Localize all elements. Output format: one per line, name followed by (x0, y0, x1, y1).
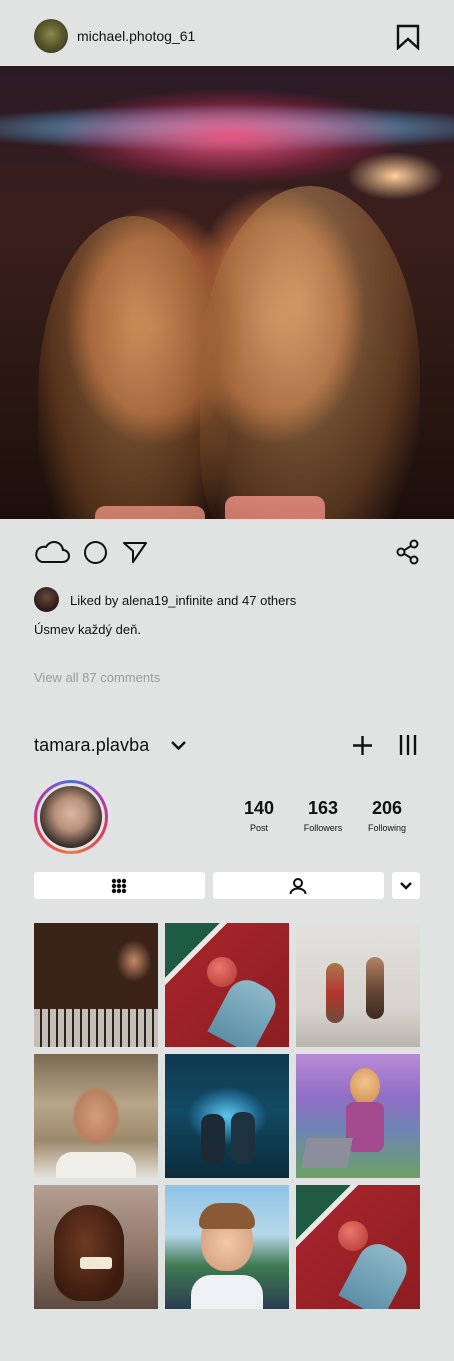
person-icon (289, 878, 307, 895)
post-caption: Úsmev každý deň. (34, 622, 141, 637)
stat-following-label: Following (367, 823, 407, 833)
grid-photo-smiling-boy[interactable] (165, 1185, 289, 1309)
liker-avatar[interactable] (34, 587, 59, 612)
plus-icon[interactable] (352, 735, 373, 756)
stat-posts-label: Post (249, 823, 268, 833)
grid-icon (111, 878, 127, 894)
post-author-avatar[interactable] (34, 19, 68, 53)
stat-followers-label: Followers (303, 823, 343, 833)
stat-posts-value: 140 (243, 798, 275, 818)
grid-photo-smiling-woman-kitchen[interactable] (34, 1054, 158, 1178)
chevron-down-icon (400, 882, 412, 890)
tab-more-dropdown[interactable] (392, 872, 420, 899)
profile-avatar[interactable] (40, 786, 102, 848)
tab-tagged[interactable] (213, 872, 384, 899)
stat-following[interactable]: 206 Following (357, 798, 417, 833)
likes-text[interactable]: Liked by alena19_infinite and 47 others (70, 593, 296, 608)
stat-followers[interactable]: 163 Followers (293, 798, 353, 833)
circle-icon[interactable] (83, 540, 108, 565)
post-author-username[interactable]: michael.photog_61 (77, 28, 195, 44)
stat-following-value: 206 (371, 798, 403, 818)
share-icon[interactable] (396, 539, 420, 565)
photo-top-right (225, 496, 325, 519)
bookmark-icon[interactable] (396, 24, 420, 50)
menu-lines-icon[interactable] (399, 735, 417, 755)
grid-photo-tennis-ball-hand-2[interactable] (296, 1185, 420, 1309)
grid-photo-neon-street-couple[interactable] (165, 1054, 289, 1178)
grid-photo-game-character-city[interactable] (296, 1054, 420, 1178)
post-header: michael.photog_61 (0, 0, 454, 66)
cloud-icon[interactable] (34, 539, 70, 565)
grid-photo-laughing-horse[interactable] (34, 1185, 158, 1309)
stat-posts[interactable]: 140 Post (230, 798, 288, 833)
tab-grid[interactable] (34, 872, 205, 899)
photo-figure-right (200, 186, 420, 519)
grid-photo-dancers-jumping[interactable] (296, 923, 420, 1047)
send-icon[interactable] (122, 540, 148, 564)
grid-photo-man-piano[interactable] (34, 923, 158, 1047)
photo-top-left (95, 506, 205, 519)
grid-photo-tennis-ball-hand[interactable] (165, 923, 289, 1047)
profile-username[interactable]: tamara.plavba (34, 735, 149, 756)
stat-followers-value: 163 (307, 798, 339, 818)
chevron-down-icon[interactable] (170, 740, 187, 751)
post-image[interactable] (0, 66, 454, 519)
view-comments-link[interactable]: View all 87 comments (34, 670, 160, 685)
